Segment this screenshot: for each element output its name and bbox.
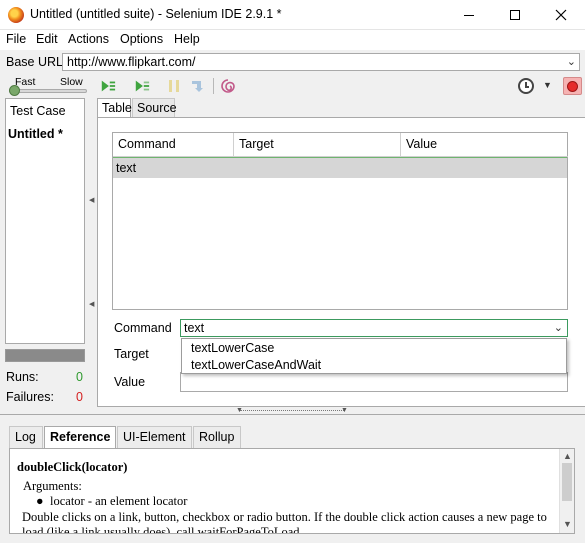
failures-count: 0 — [76, 390, 83, 404]
close-icon — [555, 9, 567, 21]
column-header-target[interactable]: Target — [234, 133, 401, 157]
base-url-input[interactable]: http://www.flipkart.com/ ⌄ — [62, 53, 580, 71]
test-case-list: Test Case Untitled * — [5, 98, 85, 344]
runs-label: Runs: — [6, 370, 39, 384]
tab-source[interactable]: Source — [132, 98, 177, 118]
target-label: Target — [114, 347, 149, 361]
chevron-down-icon[interactable]: ▼ — [543, 80, 552, 90]
step-icon[interactable] — [189, 78, 205, 94]
speed-slider-handle[interactable] — [9, 85, 20, 96]
column-header-value[interactable]: Value — [401, 133, 568, 157]
column-header-command[interactable]: Command — [113, 133, 234, 157]
menu-edit[interactable]: Edit — [36, 32, 58, 46]
title-bar: Untitled (untitled suite) - Selenium IDE… — [0, 0, 585, 30]
close-button[interactable] — [538, 0, 584, 30]
reference-title: doubleClick(locator) — [17, 460, 128, 474]
splitter-dots — [240, 410, 344, 411]
base-url-value: http://www.flipkart.com/ — [67, 55, 196, 69]
bullet-icon: ● — [36, 494, 44, 508]
menu-options[interactable]: Options — [120, 32, 163, 46]
pause-icon[interactable] — [166, 78, 182, 94]
command-input[interactable]: text ⌄ — [180, 319, 568, 337]
menu-help[interactable]: Help — [174, 32, 200, 46]
tab-rollup[interactable]: Rollup — [193, 426, 241, 448]
failures-label: Failures: — [6, 390, 54, 404]
menu-actions[interactable]: Actions — [68, 32, 109, 46]
command-input-value: text — [184, 321, 205, 335]
runs-count: 0 — [76, 370, 83, 384]
scroll-thumb[interactable] — [562, 463, 572, 501]
autocomplete-item[interactable]: textLowerCaseAndWait — [191, 358, 321, 372]
toolbar-separator — [213, 78, 214, 94]
play-current-icon[interactable] — [134, 78, 150, 94]
vertical-splitter[interactable] — [89, 98, 94, 406]
command-table: Command Target Value text — [112, 132, 568, 310]
run-progress-bar — [5, 349, 85, 362]
maximize-button[interactable] — [492, 0, 538, 30]
test-case-header: Test Case — [10, 104, 66, 118]
reference-arguments-label: Arguments: — [23, 479, 82, 493]
reference-argument: locator - an element locator — [50, 494, 188, 508]
reference-scrollbar[interactable]: ▲ ▼ — [559, 449, 574, 533]
reference-panel: doubleClick(locator) Arguments: ● locato… — [9, 448, 575, 534]
rollup-icon[interactable] — [220, 78, 236, 94]
test-case-item[interactable]: Untitled * — [8, 127, 63, 141]
speed-slow-label: Slow — [60, 76, 83, 88]
record-icon — [567, 80, 578, 92]
splitter-grip-icon: ▼ — [341, 407, 348, 414]
scroll-down-icon[interactable]: ▼ — [563, 519, 572, 529]
table-row[interactable]: text — [113, 158, 567, 178]
autocomplete-item[interactable]: textLowerCase — [191, 341, 274, 355]
splitter-grip-icon: ◀ — [89, 301, 95, 308]
splitter-grip-icon: ◀ — [89, 197, 95, 204]
minimize-icon — [464, 14, 474, 16]
tab-table[interactable]: Table — [97, 98, 132, 118]
value-input[interactable] — [180, 372, 568, 392]
schedule-clock-icon[interactable] — [518, 78, 534, 94]
window-title: Untitled (untitled suite) - Selenium IDE… — [30, 7, 282, 21]
tab-log[interactable]: Log — [9, 426, 43, 448]
command-label: Command — [114, 321, 172, 335]
base-url-label: Base URL — [6, 55, 63, 69]
maximize-icon — [510, 10, 520, 20]
chevron-down-icon[interactable]: ⌄ — [567, 55, 576, 68]
tab-reference[interactable]: Reference — [44, 426, 116, 448]
play-all-icon[interactable] — [100, 78, 116, 94]
menu-bar: File Edit Actions Options Help — [0, 30, 585, 50]
chevron-down-icon[interactable]: ⌄ — [554, 321, 563, 334]
value-label: Value — [114, 375, 146, 389]
record-button[interactable] — [563, 77, 582, 95]
panel-divider — [0, 414, 585, 415]
minimize-button[interactable] — [446, 0, 492, 30]
tab-ui-element[interactable]: UI-Element — [117, 426, 192, 448]
menu-file[interactable]: File — [6, 32, 26, 46]
reference-description: Double clicks on a link, button, checkbo… — [22, 510, 547, 534]
scroll-up-icon[interactable]: ▲ — [563, 451, 572, 461]
row-command-cell: text — [116, 161, 137, 175]
speed-slider[interactable] — [9, 89, 87, 93]
command-autocomplete-list: textLowerCase textLowerCaseAndWait — [181, 338, 567, 374]
firefox-icon — [8, 7, 24, 23]
